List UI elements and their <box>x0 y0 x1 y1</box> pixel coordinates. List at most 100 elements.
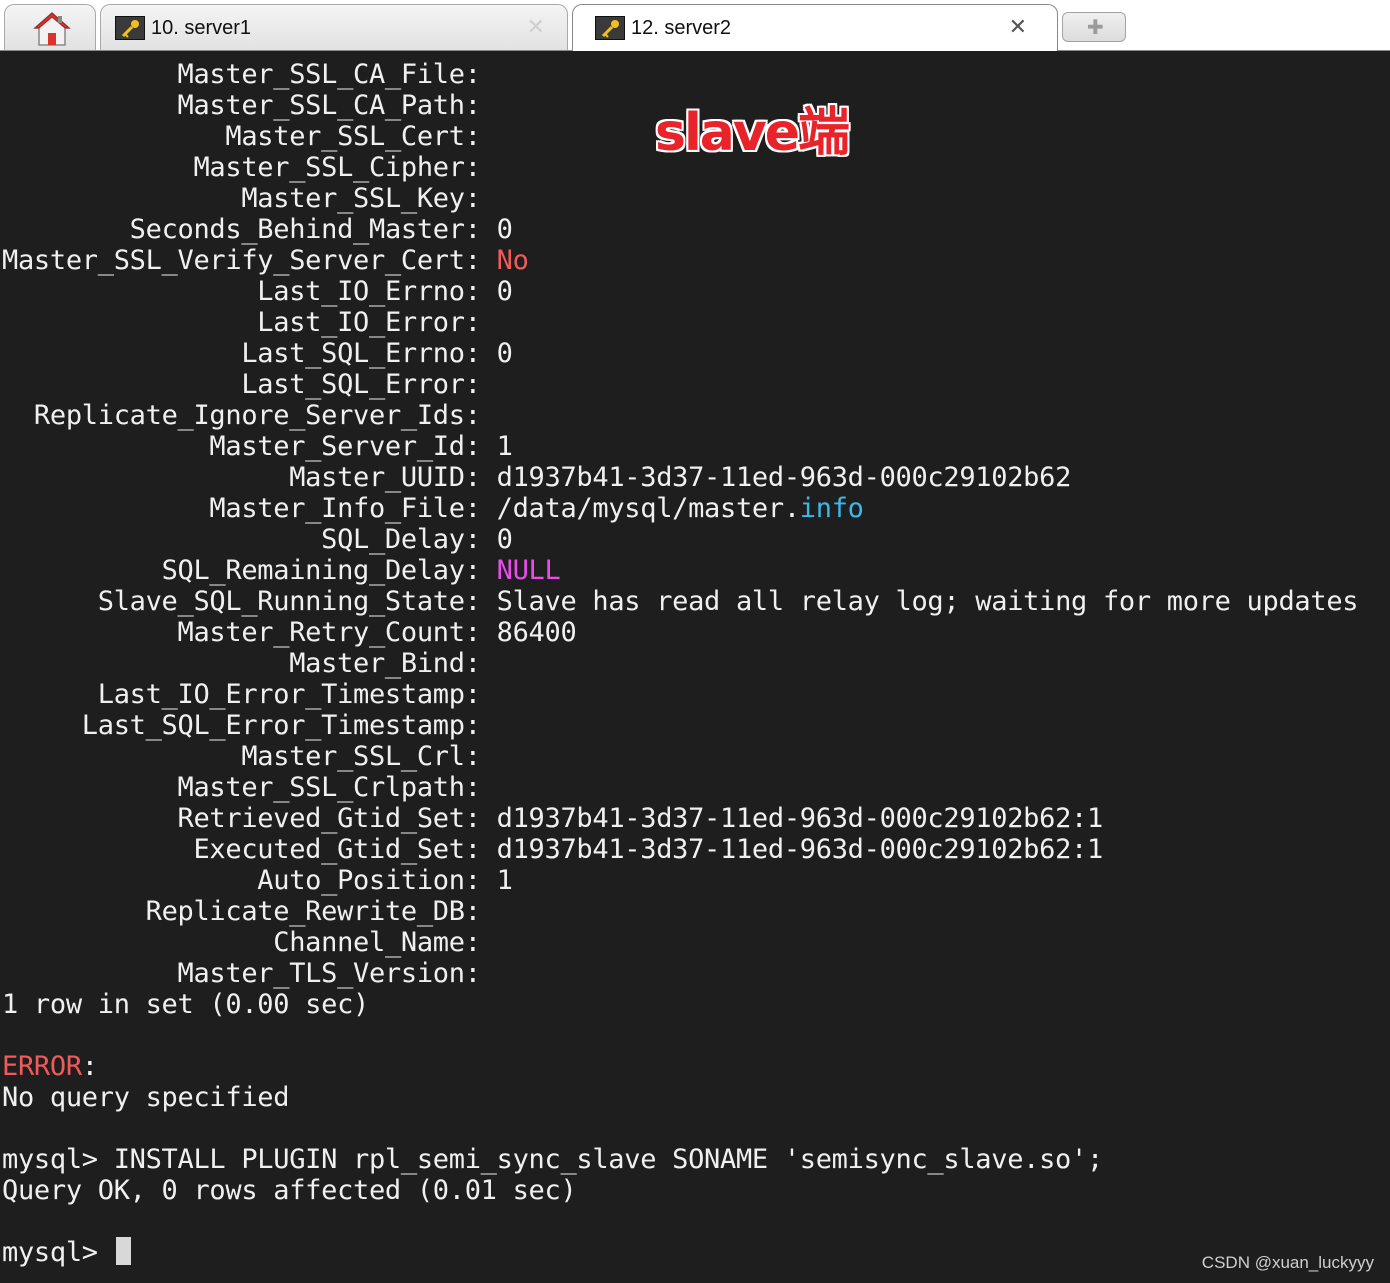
field-key: Seconds_Behind_Master <box>129 214 465 245</box>
field-separator: : <box>464 555 497 586</box>
command-result: Query OK, 0 rows affected (0.01 sec) <box>2 1175 577 1206</box>
field-key: Master_Bind <box>289 648 465 679</box>
field-separator: : <box>464 59 497 90</box>
field-separator: : <box>464 648 497 679</box>
home-icon <box>33 11 71 46</box>
status-field-row: Retrieved_Gtid_Set: d1937b41-3d37-11ed-9… <box>2 803 1104 834</box>
field-key: Last_SQL_Error_Timestamp <box>81 710 465 741</box>
home-tab[interactable] <box>4 4 96 50</box>
field-key: Master_SSL_Cipher <box>193 152 465 183</box>
field-value-suffix: info <box>799 493 864 524</box>
field-key: Executed_Gtid_Set <box>193 834 465 865</box>
status-field-row: Last_IO_Errno: 0 <box>2 276 513 307</box>
tab-label: 12. server2 <box>631 17 732 39</box>
status-field-row: Master_Server_Id: 1 <box>2 431 512 462</box>
field-value: 0 <box>496 276 513 307</box>
status-field-row: Master_SSL_Crlpath: <box>2 772 497 803</box>
field-value: No <box>496 245 529 276</box>
field-key: Master_UUID <box>289 462 465 493</box>
status-field-row: SQL_Delay: 0 <box>2 524 513 555</box>
error-colon: : <box>81 1051 98 1082</box>
field-key: Last_IO_Error_Timestamp <box>97 679 465 710</box>
field-key: Master_Server_Id <box>209 431 465 462</box>
field-value: d1937b41-3d37-11ed-963d-000c29102b62:1 <box>496 834 1104 865</box>
command-line: mysql> INSTALL PLUGIN rpl_semi_sync_slav… <box>2 1144 1103 1175</box>
field-separator: : <box>464 121 497 152</box>
field-key: Replicate_Ignore_Server_Ids <box>33 400 465 431</box>
field-key: Slave_SQL_Running_State <box>97 586 465 617</box>
field-key: Master_SSL_Key <box>241 183 465 214</box>
status-field-row: Executed_Gtid_Set: d1937b41-3d37-11ed-96… <box>2 834 1103 865</box>
cursor <box>115 1237 131 1265</box>
tab-server2[interactable]: 12. server2 ✕ <box>572 4 1058 51</box>
field-key: Master_SSL_CA_Path <box>177 90 466 121</box>
field-separator: : <box>464 493 497 524</box>
prompt-line[interactable]: mysql> <box>2 1237 131 1268</box>
field-value: 1 <box>496 865 513 896</box>
field-value: 0 <box>496 214 513 245</box>
field-separator: : <box>464 369 497 400</box>
status-field-row: Master_SSL_Crl: <box>2 741 497 772</box>
status-field-row: Master_SSL_Key: <box>2 183 497 214</box>
field-separator: : <box>464 586 497 617</box>
status-field-row: Master_Retry_Count: 86400 <box>2 617 577 648</box>
key-icon <box>595 16 625 40</box>
status-field-row: Last_SQL_Errno: 0 <box>2 338 513 369</box>
field-key: Last_SQL_Error <box>241 369 465 400</box>
field-value: d1937b41-3d37-11ed-963d-000c29102b62:1 <box>496 803 1104 834</box>
new-tab-button[interactable]: ✚ <box>1062 12 1126 42</box>
tab-server1[interactable]: 10. server1 ✕ <box>100 4 568 50</box>
status-field-row: Master_Bind: <box>2 648 497 679</box>
field-key: Auto_Position <box>257 865 465 896</box>
field-key: Last_SQL_Errno <box>241 338 465 369</box>
status-field-row: Master_SSL_Cipher: <box>2 152 497 183</box>
status-field-row: Last_IO_Error_Timestamp: <box>2 679 497 710</box>
close-icon[interactable]: ✕ <box>1009 15 1027 41</box>
field-separator: : <box>464 772 497 803</box>
field-value: 0 <box>496 524 513 555</box>
plus-icon: ✚ <box>1087 15 1104 39</box>
status-field-row: Master_SSL_Cert: <box>2 121 497 152</box>
tab-bar: 10. server1 ✕ 12. server2 ✕ ✚ <box>0 0 1390 51</box>
field-key: Master_SSL_Verify_Server_Cert <box>2 245 465 276</box>
result-summary: 1 row in set (0.00 sec) <box>2 989 369 1020</box>
field-key: Replicate_Rewrite_DB <box>145 896 465 927</box>
field-value: 86400 <box>496 617 577 648</box>
status-field-row: Master_UUID: d1937b41-3d37-11ed-963d-000… <box>2 462 1071 493</box>
field-value: NULL <box>496 555 561 586</box>
field-separator: : <box>464 245 497 276</box>
field-key: Last_IO_Errno <box>257 276 465 307</box>
field-key: Master_SSL_Crlpath <box>177 772 466 803</box>
field-key: Master_TLS_Version <box>177 958 466 989</box>
field-separator: : <box>464 338 497 369</box>
field-separator: : <box>464 400 497 431</box>
status-field-row: Replicate_Ignore_Server_Ids: <box>2 400 497 431</box>
status-field-row: Master_TLS_Version: <box>2 958 497 989</box>
status-field-row: Slave_SQL_Running_State: Slave has read … <box>2 586 1359 617</box>
close-icon[interactable]: ✕ <box>527 15 545 41</box>
field-separator: : <box>464 896 497 927</box>
terminal-output[interactable]: 1 row in set (0.00 sec) ERROR: No query … <box>0 51 1390 1283</box>
field-key: Last_IO_Error <box>257 307 465 338</box>
status-field-row: Master_SSL_CA_Path: <box>2 90 497 121</box>
field-separator: : <box>464 90 497 121</box>
